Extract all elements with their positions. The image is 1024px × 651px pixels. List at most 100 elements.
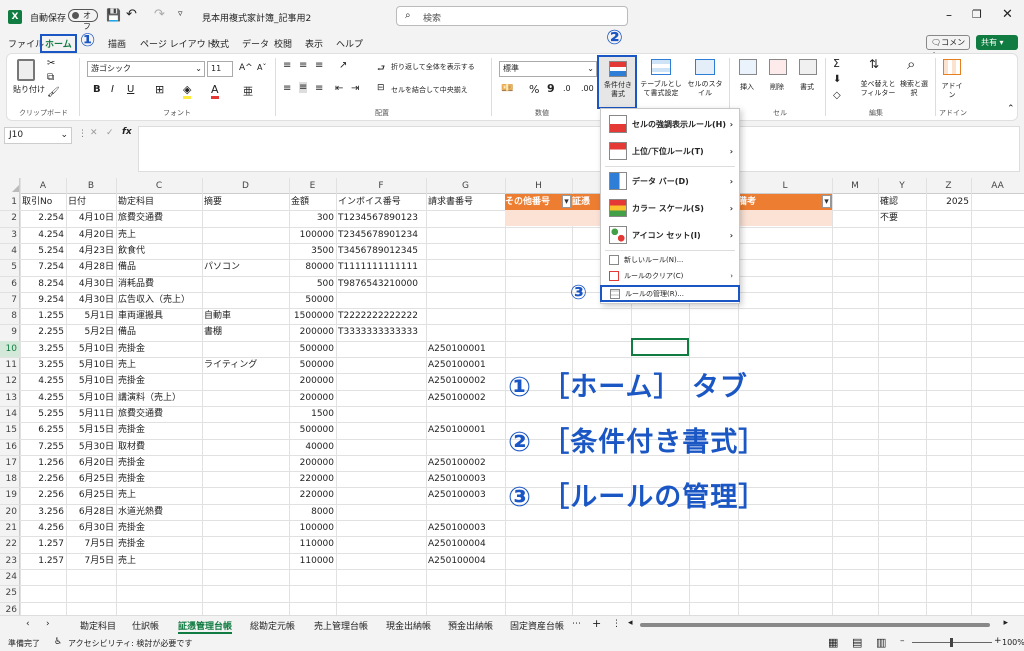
tab-5[interactable]: 現金出納帳 (386, 619, 431, 632)
tab-1[interactable]: 仕訳帳 (132, 619, 159, 632)
comma-icon[interactable]: 9 (547, 82, 555, 95)
name-box[interactable]: J10 ⌄ (4, 127, 72, 144)
menu-draw[interactable]: 描画 (108, 37, 126, 50)
row-header[interactable]: 21 (0, 520, 20, 536)
insert-button[interactable]: 挿入 (740, 82, 754, 92)
column-header-Y[interactable]: Y (878, 178, 926, 194)
search-box[interactable]: ⌕ 検索 (396, 6, 628, 26)
table-format-icon[interactable] (651, 59, 671, 75)
file-name[interactable]: 見本用複式家計簿_記事用2 (202, 11, 311, 24)
close-icon[interactable]: ✕ (1002, 7, 1013, 22)
row-header[interactable]: 26 (0, 602, 20, 616)
decrease-decimal-icon[interactable]: .00 (581, 84, 594, 93)
cancel-icon[interactable]: ✕ (90, 128, 98, 138)
merge-icon[interactable]: ⊟ (377, 83, 385, 93)
table-format-button[interactable]: テーブルとして書式設定 (639, 80, 683, 98)
row-header[interactable]: 3 (0, 227, 20, 243)
filter-dropdown-icon[interactable]: ▾ (822, 195, 831, 208)
row-header[interactable]: 19 (0, 487, 20, 503)
format-cell-icon[interactable] (799, 59, 817, 75)
menu-clear-rules[interactable]: ルールのクリア(C) › (601, 268, 739, 284)
row-header[interactable]: 18 (0, 471, 20, 487)
column-header-L[interactable]: L (738, 178, 832, 194)
number-format-select[interactable]: 標準 ⌄ (499, 61, 597, 77)
paste-icon[interactable] (17, 59, 35, 81)
column-header-D[interactable]: D (202, 178, 289, 194)
column-header-B[interactable]: B (66, 178, 116, 194)
find-select-icon[interactable]: ⌕ (907, 55, 915, 73)
conditional-format-button[interactable]: 条件付き書式 (597, 55, 637, 109)
prev-sheet-icon[interactable]: ‹ (26, 619, 30, 629)
tab-0[interactable]: 勘定科目 (80, 619, 116, 632)
indent-decrease-icon[interactable]: ⇤ (335, 83, 343, 94)
fill-icon[interactable]: ⬇ (833, 74, 841, 85)
column-header-A[interactable]: A (20, 178, 66, 194)
zoom-slider[interactable] (912, 638, 992, 647)
formula-options-icon[interactable]: ⋮ (78, 129, 87, 139)
selected-cell[interactable] (631, 338, 689, 356)
menu-new-rule[interactable]: 新しいルール(N)... (601, 252, 739, 268)
row-header[interactable]: 17 (0, 455, 20, 471)
horizontal-scrollbar[interactable]: ◂ ▸ (628, 618, 1008, 630)
tab-4[interactable]: 売上管理台帳 (314, 619, 368, 632)
menu-formulas[interactable]: 数式 (211, 37, 229, 50)
italic-icon[interactable]: I (111, 84, 114, 95)
row-header[interactable]: 9 (0, 324, 20, 340)
cell-style-button[interactable]: セルのスタイル (687, 80, 723, 98)
next-sheet-icon[interactable]: › (46, 619, 50, 629)
scroll-thumb[interactable] (640, 623, 990, 627)
border-icon[interactable]: ⊞ (155, 83, 164, 96)
fill-color-icon[interactable]: ◈ (183, 83, 192, 99)
normal-view-icon[interactable]: ▦ (828, 636, 838, 649)
addin-button[interactable]: アドイン (939, 82, 965, 100)
delete-button[interactable]: 削除 (770, 82, 784, 92)
row-header[interactable]: 16 (0, 439, 20, 455)
column-header-C[interactable]: C (116, 178, 202, 194)
row-header[interactable]: 25 (0, 585, 20, 601)
align-middle-icon[interactable]: ≡ (299, 60, 307, 71)
bold-icon[interactable]: B (93, 84, 101, 95)
clear-icon[interactable]: ◇ (833, 90, 841, 101)
format-painter-icon[interactable]: 🖌 (47, 87, 60, 98)
row-header[interactable]: 8 (0, 308, 20, 324)
font-size-select[interactable]: 11 (207, 61, 233, 77)
row-header[interactable]: 5 (0, 259, 20, 275)
column-header-F[interactable]: F (336, 178, 426, 194)
page-layout-view-icon[interactable]: ▤ (852, 636, 862, 649)
phonetic-icon[interactable]: 亜 (243, 83, 253, 98)
delete-cell-icon[interactable] (769, 59, 787, 75)
cell-style-icon[interactable] (695, 59, 715, 75)
page-break-view-icon[interactable]: ▥ (876, 636, 886, 649)
row-header[interactable]: 13 (0, 390, 20, 406)
column-header-E[interactable]: E (289, 178, 336, 194)
addin-icon[interactable] (943, 59, 961, 75)
customize-icon[interactable]: ▿ (178, 9, 183, 19)
tab-2[interactable]: 証憑管理台帳 (178, 619, 233, 634)
collapse-ribbon-icon[interactable]: ⌃ (1007, 104, 1015, 114)
currency-icon[interactable]: 💴 (501, 83, 513, 94)
accessibility-icon[interactable]: ♿ (54, 637, 62, 647)
align-bottom-icon[interactable]: ≡ (315, 60, 323, 71)
share-button[interactable]: 共有 ▾ (976, 35, 1018, 50)
menu-view[interactable]: 表示 (305, 37, 323, 50)
sort-filter-button[interactable]: 並べ替えとフィルター (859, 80, 897, 98)
autosave-toggle[interactable]: オフ (68, 9, 98, 31)
filter-dropdown-icon[interactable]: ▾ (562, 195, 571, 208)
align-right-icon[interactable]: ≡ (315, 83, 323, 94)
row-header[interactable]: 22 (0, 536, 20, 552)
menu-home[interactable]: ホーム (40, 34, 77, 53)
tab-6[interactable]: 預金出納帳 (448, 619, 493, 632)
row-header[interactable]: 4 (0, 243, 20, 259)
menu-manage-rules[interactable]: ルールの管理(R)... (600, 285, 740, 302)
sort-filter-icon[interactable]: ⇅ (869, 57, 879, 71)
scroll-left-icon[interactable]: ◂ (628, 618, 633, 628)
find-select-button[interactable]: 検索と選択 (899, 80, 929, 98)
autosum-icon[interactable]: Σ (833, 57, 840, 70)
row-header[interactable]: 10 (0, 340, 20, 357)
formula-input[interactable] (138, 126, 1020, 172)
underline-icon[interactable]: U (127, 84, 134, 95)
select-all-icon[interactable] (12, 185, 19, 192)
copy-icon[interactable]: ⧉ (47, 72, 54, 83)
row-header[interactable]: 14 (0, 406, 20, 422)
column-header-H[interactable]: H (505, 178, 572, 194)
